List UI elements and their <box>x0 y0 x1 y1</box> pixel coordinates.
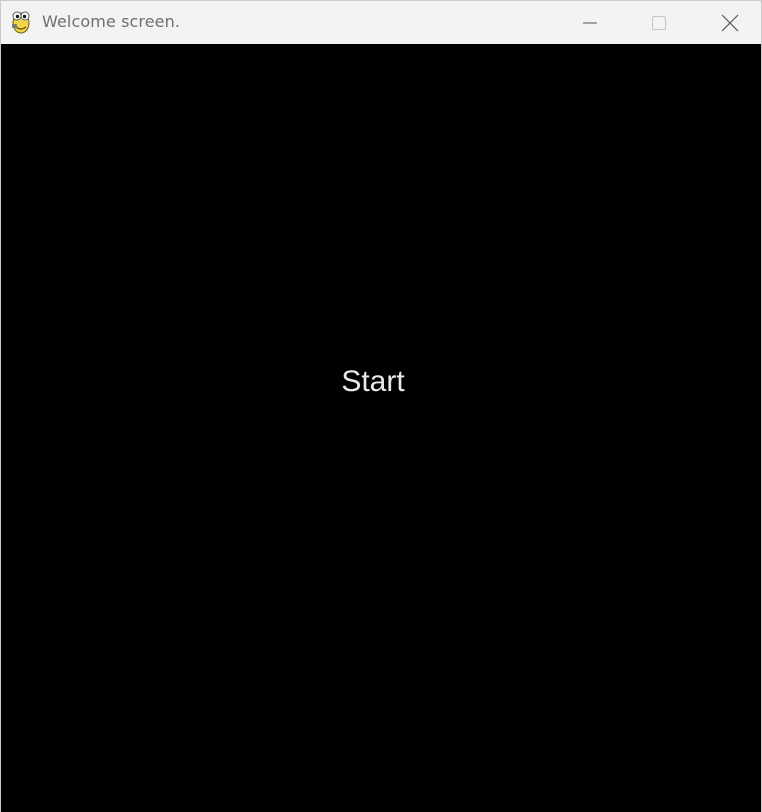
maximize-button[interactable] <box>636 1 682 44</box>
title-bar[interactable]: Welcome screen. <box>1 0 761 44</box>
game-canvas: Start <box>1 44 761 812</box>
start-button[interactable]: Start <box>333 362 413 402</box>
close-icon <box>721 14 739 31</box>
close-button[interactable] <box>707 1 753 44</box>
minimize-button[interactable] <box>567 1 613 44</box>
app-window: Welcome screen. Start <box>0 0 762 812</box>
minimize-icon <box>583 22 597 23</box>
window-title: Welcome screen. <box>42 12 181 31</box>
pygame-snake-icon <box>12 11 30 34</box>
maximize-icon <box>652 15 666 30</box>
